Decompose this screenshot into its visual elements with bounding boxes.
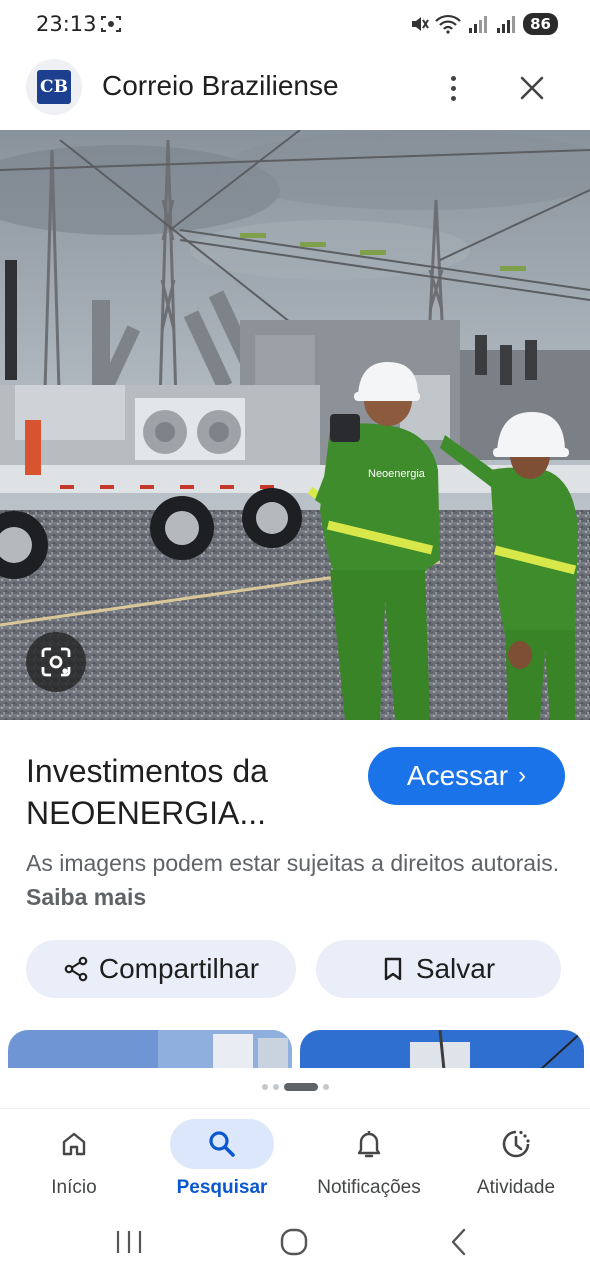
nav-item-pesquisar[interactable]: Pesquisar bbox=[157, 1109, 287, 1205]
related-images bbox=[0, 1030, 590, 1068]
status-icons: 86 bbox=[409, 12, 558, 36]
bookmark-icon bbox=[384, 957, 402, 981]
site-logo-text: CB bbox=[37, 70, 71, 104]
bell-icon bbox=[357, 1131, 381, 1158]
status-time: 23:13 bbox=[36, 12, 97, 36]
nav-item-inicio[interactable]: Início bbox=[9, 1109, 139, 1205]
battery-level: 86 bbox=[523, 13, 558, 35]
visit-button[interactable]: Acessar › bbox=[368, 747, 565, 805]
learn-more-link[interactable]: Saiba mais bbox=[26, 884, 146, 910]
search-icon bbox=[209, 1131, 235, 1157]
wifi-icon bbox=[435, 14, 461, 34]
carousel-dot bbox=[322, 1084, 329, 1090]
nav-icon-container bbox=[317, 1119, 421, 1169]
share-button-label: Compartilhar bbox=[98, 953, 260, 984]
signal-icon bbox=[469, 16, 488, 33]
related-image-2-photo bbox=[300, 1030, 584, 1068]
nav-label-pesquisar: Pesquisar bbox=[176, 1177, 268, 1198]
carousel-dot-active bbox=[283, 1083, 318, 1091]
system-navigation-bar bbox=[0, 1210, 590, 1280]
lens-icon bbox=[41, 647, 71, 677]
save-button[interactable]: Salvar bbox=[316, 940, 561, 998]
activity-icon bbox=[502, 1130, 530, 1158]
nav-label-atividade: Atividade bbox=[476, 1177, 556, 1198]
related-image-2[interactable] bbox=[300, 1030, 584, 1068]
more-icon-dot bbox=[450, 95, 456, 101]
screen-capture-icon bbox=[101, 16, 121, 32]
carousel-dot bbox=[261, 1084, 268, 1090]
save-button-label: Salvar bbox=[415, 953, 496, 984]
vest-logo: Neoenergia bbox=[368, 468, 426, 480]
carousel-dot bbox=[272, 1084, 279, 1090]
result-title[interactable]: Investimentos da NEOENERGIA... bbox=[26, 750, 346, 834]
nav-icon-container bbox=[464, 1119, 568, 1169]
more-icon-dot bbox=[450, 75, 456, 81]
mute-icon bbox=[412, 17, 429, 31]
result-title-line1: Investimentos da bbox=[26, 753, 268, 789]
site-logo: CB bbox=[26, 59, 82, 115]
copyright-notice: As imagens podem estar sujeitas a direit… bbox=[26, 846, 566, 914]
more-icon-dot bbox=[450, 85, 456, 91]
lens-search-button[interactable] bbox=[26, 632, 86, 692]
result-image[interactable]: Neoenergia bbox=[0, 130, 590, 720]
related-image-1[interactable] bbox=[8, 1030, 292, 1068]
share-button[interactable]: Compartilhar bbox=[26, 940, 296, 998]
signal-icon-2 bbox=[497, 16, 516, 33]
home-icon bbox=[62, 1132, 86, 1156]
visit-button-label: Acessar bbox=[406, 760, 509, 791]
share-icon bbox=[64, 956, 88, 982]
nav-icon-container bbox=[22, 1119, 126, 1169]
nav-item-notificacoes[interactable]: Notificações bbox=[304, 1109, 434, 1205]
substation-photo: Neoenergia bbox=[0, 130, 590, 720]
site-name[interactable]: Correio Braziliense bbox=[102, 70, 339, 102]
home-button-icon[interactable] bbox=[278, 1226, 310, 1258]
bottom-navigation: Início Pesquisar Notificações Atividade bbox=[0, 1108, 590, 1204]
copyright-text: As imagens podem estar sujeitas a direit… bbox=[26, 850, 560, 876]
close-icon[interactable] bbox=[512, 68, 552, 108]
recent-apps-icon[interactable] bbox=[112, 1228, 146, 1256]
nav-item-atividade[interactable]: Atividade bbox=[451, 1109, 581, 1205]
nav-label-notificacoes: Notificações bbox=[317, 1177, 421, 1198]
result-title-line2: NEOENERGIA... bbox=[26, 795, 267, 831]
nav-icon-container bbox=[170, 1119, 274, 1169]
chevron-right-icon: › bbox=[518, 762, 527, 789]
more-options-button[interactable] bbox=[438, 68, 468, 108]
related-image-1-photo bbox=[8, 1030, 292, 1068]
nav-label-inicio: Início bbox=[51, 1177, 97, 1198]
app-header: CB Correio Braziliense bbox=[0, 56, 590, 120]
status-bar: 23:13 86 bbox=[0, 0, 590, 50]
carousel-indicator bbox=[0, 1083, 590, 1091]
back-icon[interactable] bbox=[446, 1226, 472, 1258]
